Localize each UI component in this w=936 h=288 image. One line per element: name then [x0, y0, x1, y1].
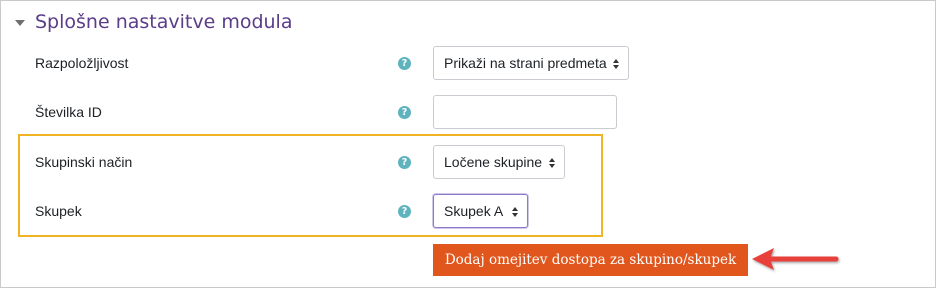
- section-title: Splošne nastavitve modula: [35, 11, 293, 33]
- id-number-input[interactable]: [433, 95, 617, 129]
- help-icon[interactable]: ?: [398, 57, 411, 70]
- select-arrows-icon: [613, 59, 620, 69]
- availability-select[interactable]: Prikaži na strani predmeta: [433, 46, 629, 80]
- section-header[interactable]: Splošne nastavitve modula: [15, 9, 292, 35]
- id-number-label: Številka ID: [35, 104, 102, 120]
- availability-row: Razpoložljivost ? Prikaži na strani pred…: [1, 46, 935, 80]
- help-icon[interactable]: ?: [398, 106, 411, 119]
- chevron-down-icon[interactable]: [15, 20, 25, 26]
- availability-label: Razpoložljivost: [35, 55, 129, 71]
- availability-select-value: Prikaži na strani predmeta: [444, 55, 607, 71]
- add-group-restriction-button[interactable]: Dodaj omejitev dostopa za skupino/skupek: [433, 244, 748, 276]
- pointer-arrow-icon: [752, 248, 839, 270]
- module-settings-panel: Splošne nastavitve modula Razpoložljivos…: [0, 0, 936, 288]
- id-number-row: Številka ID ?: [1, 95, 935, 129]
- highlight-box: [18, 134, 603, 237]
